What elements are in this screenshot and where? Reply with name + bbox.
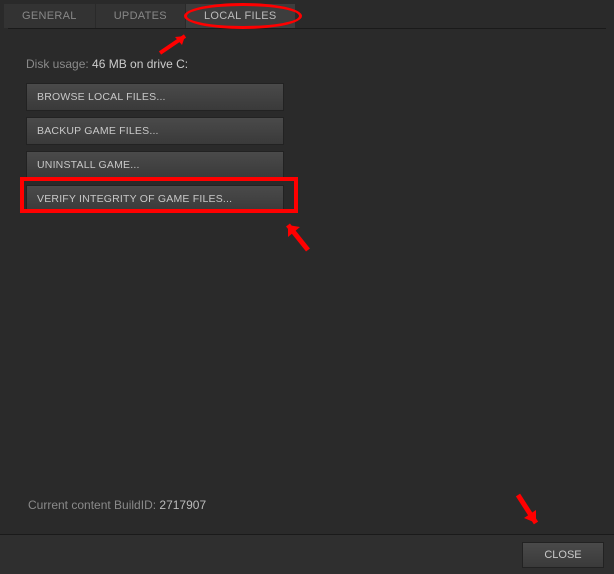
content-panel: Disk usage: 46 MB on drive C: BROWSE LOC… [0, 29, 614, 227]
disk-usage-value: 46 MB on drive C: [92, 57, 188, 71]
tab-bar: GENERAL UPDATES LOCAL FILES [0, 0, 614, 28]
close-button[interactable]: CLOSE [522, 542, 604, 568]
tab-updates[interactable]: UPDATES [96, 4, 185, 28]
build-id-value: 2717907 [159, 498, 206, 512]
disk-usage-label: Disk usage: 46 MB on drive C: [26, 57, 596, 71]
browse-local-files-button[interactable]: BROWSE LOCAL FILES... [26, 83, 284, 111]
build-id-prefix: Current content BuildID: [28, 498, 159, 512]
verify-integrity-button[interactable]: VERIFY INTEGRITY OF GAME FILES... [26, 185, 284, 213]
dialog-footer: CLOSE [0, 534, 614, 574]
tab-general[interactable]: GENERAL [4, 4, 95, 28]
uninstall-game-button[interactable]: UNINSTALL GAME... [26, 151, 284, 179]
backup-game-files-button[interactable]: BACKUP GAME FILES... [26, 117, 284, 145]
build-id-label: Current content BuildID: 2717907 [28, 498, 206, 512]
disk-usage-prefix: Disk usage: [26, 57, 92, 71]
action-button-group: BROWSE LOCAL FILES... BACKUP GAME FILES.… [26, 83, 596, 213]
tab-local-files[interactable]: LOCAL FILES [186, 4, 295, 28]
annotation-arrow-close [508, 490, 548, 535]
